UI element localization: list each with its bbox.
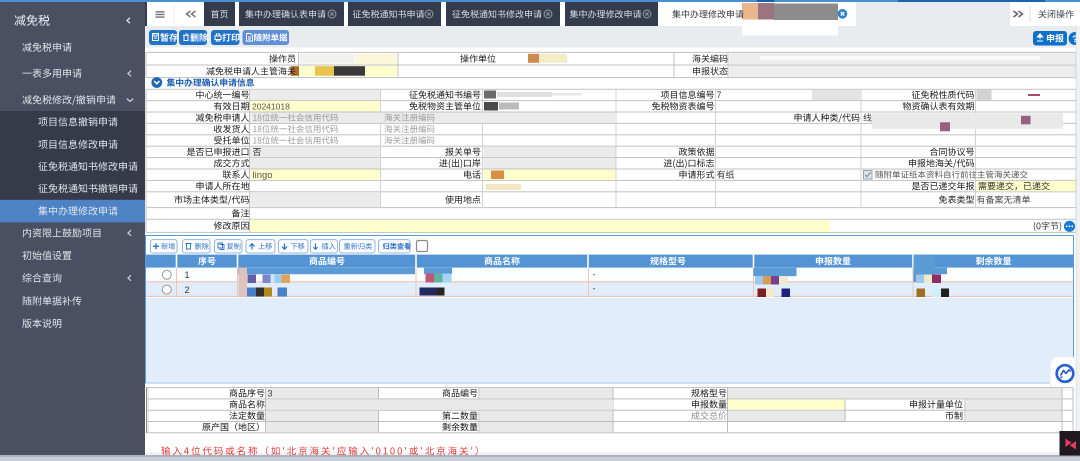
svg-text:2: 2	[185, 285, 190, 295]
svg-text:20241018: 20241018	[252, 102, 290, 112]
svg-text:lingo: lingo	[253, 170, 273, 181]
svg-text:-: -	[593, 284, 596, 294]
svg-text:7: 7	[717, 90, 722, 100]
svg-text:3: 3	[268, 388, 273, 398]
svg-text:1: 1	[185, 270, 190, 280]
svg-text:-: -	[593, 270, 596, 280]
